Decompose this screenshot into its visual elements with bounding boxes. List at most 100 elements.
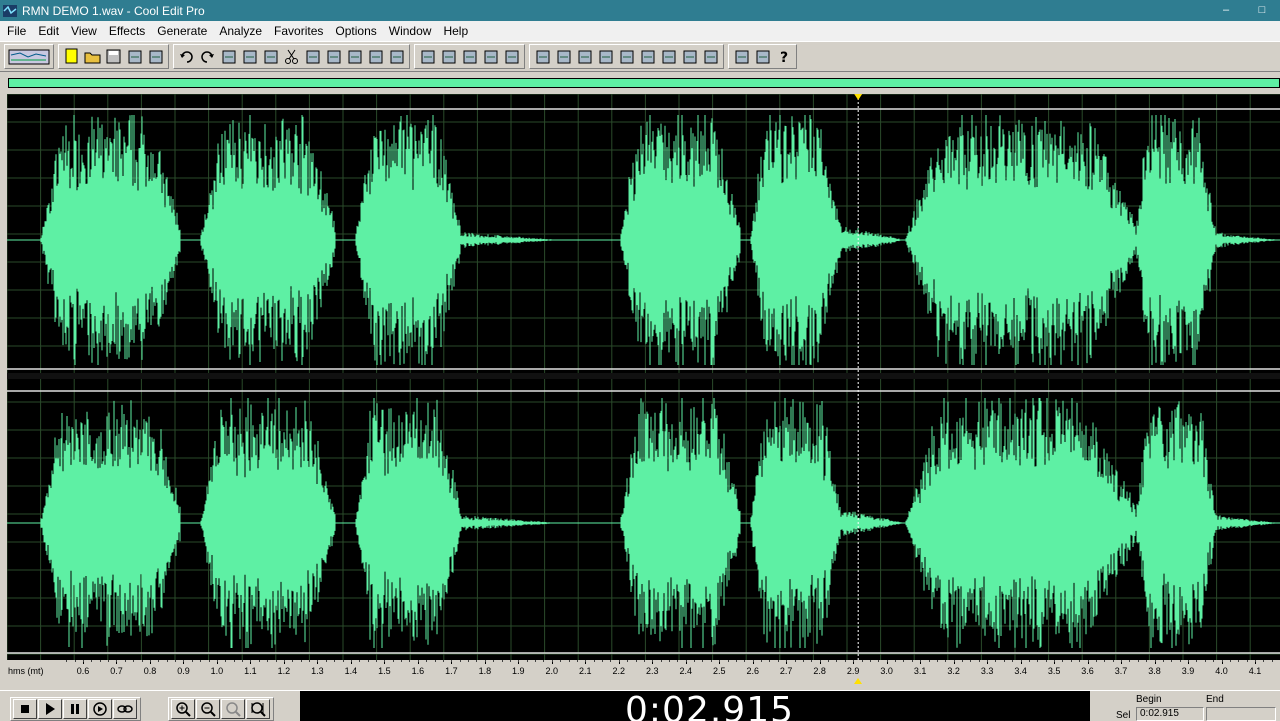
selection-end-field[interactable] <box>1206 707 1276 721</box>
paste-icon[interactable] <box>302 46 323 67</box>
overview-bar[interactable] <box>8 78 1280 88</box>
play-list-icon[interactable] <box>595 46 616 67</box>
paste-to-new-icon[interactable] <box>323 46 344 67</box>
menu-options[interactable]: Options <box>329 24 382 38</box>
mix-paste-icon[interactable] <box>344 46 365 67</box>
copy-icon[interactable] <box>239 46 260 67</box>
envelope-icon[interactable] <box>417 46 438 67</box>
waveform-display[interactable] <box>7 94 1280 660</box>
normalize-icon[interactable] <box>438 46 459 67</box>
ruler-minor-tick <box>551 660 553 662</box>
ruler-minor-tick <box>367 660 369 662</box>
menu-view[interactable]: View <box>65 24 103 38</box>
spectral-view-icon[interactable] <box>553 46 574 67</box>
play-from-cursor-icon[interactable] <box>88 699 112 719</box>
pause-icon[interactable] <box>63 699 87 719</box>
new-file-icon[interactable] <box>61 46 82 67</box>
info-icon[interactable] <box>700 46 721 67</box>
ruler-minor-tick <box>928 660 930 662</box>
time-format-icon[interactable] <box>637 46 658 67</box>
ruler-minor-tick <box>1204 660 1206 662</box>
loop-icon[interactable] <box>113 699 137 719</box>
ruler-minor-tick <box>434 660 436 662</box>
ruler-minor-tick <box>74 660 76 662</box>
analyze-icon[interactable] <box>731 46 752 67</box>
menu-edit[interactable]: Edit <box>32 24 65 38</box>
ruler-minor-tick <box>677 660 679 662</box>
cursor-top-marker[interactable] <box>854 94 863 100</box>
ruler-minor-tick <box>1171 660 1173 662</box>
ruler-tick-label: 3.7 <box>1114 666 1128 676</box>
zoom-in-icon[interactable] <box>171 699 195 719</box>
zoom-out-icon[interactable] <box>196 699 220 719</box>
ruler-minor-tick <box>250 660 252 662</box>
cool-edit-icon[interactable] <box>2 4 18 18</box>
select-all-icon[interactable] <box>386 46 407 67</box>
copy-to-new-icon[interactable] <box>260 46 281 67</box>
ruler-tick-label: 4.1 <box>1248 666 1262 676</box>
menu-window[interactable]: Window <box>383 24 438 38</box>
close-file-icon[interactable] <box>145 46 166 67</box>
ruler-minor-tick <box>576 660 578 662</box>
sel-label: Sel <box>1116 710 1131 721</box>
repeat-icon[interactable] <box>218 46 239 67</box>
toolbar: ? <box>0 41 1280 72</box>
ruler-tick-label: 1.5 <box>378 666 391 676</box>
stop-icon[interactable] <box>13 699 37 719</box>
toolbar-group: ? <box>728 44 797 69</box>
ruler-tick-label: 1.0 <box>210 666 224 676</box>
redo-icon[interactable] <box>197 46 218 67</box>
menu-effects[interactable]: Effects <box>103 24 151 38</box>
open-folder-icon[interactable] <box>82 46 103 67</box>
ruler-minor-tick <box>1079 660 1081 662</box>
ruler-minor-tick <box>761 660 763 662</box>
zoom-full-icon[interactable] <box>221 699 245 719</box>
ruler-minor-tick <box>501 660 503 662</box>
ruler-minor-tick <box>735 660 737 662</box>
ruler-minor-tick <box>911 660 913 662</box>
menu-favorites[interactable]: Favorites <box>268 24 329 38</box>
undo-icon[interactable] <box>176 46 197 67</box>
minimize-icon[interactable]: – <box>1208 0 1244 21</box>
ruler-minor-tick <box>1263 660 1265 662</box>
settings-icon[interactable] <box>616 46 637 67</box>
selection-begin-field[interactable]: 0:02.915 <box>1136 707 1204 721</box>
time-ruler[interactable]: hms (mt) 0.6 0.7 0.8 0.9 1.0 1.1 1.2 1.3 1.4 1.5 1… <box>0 660 1280 690</box>
save-icon[interactable] <box>103 46 124 67</box>
tools-icon[interactable] <box>752 46 773 67</box>
toolbar-group <box>529 44 724 69</box>
grid-icon[interactable] <box>658 46 679 67</box>
cut-icon[interactable] <box>281 46 302 67</box>
cursor-position-marker[interactable] <box>854 678 863 684</box>
selection-panel: Begin End Sel 0:02.915 <box>1098 691 1280 721</box>
ruler-tick-label: 2.3 <box>645 666 659 676</box>
zoom-selection-icon[interactable] <box>246 699 270 719</box>
ruler-minor-tick <box>1221 660 1223 662</box>
ruler-tick-label: 3.0 <box>880 666 893 676</box>
save-as-icon[interactable] <box>124 46 145 67</box>
meter-icon[interactable] <box>679 46 700 67</box>
ruler-minor-tick <box>568 660 570 662</box>
ruler-minor-tick <box>426 660 428 662</box>
multitrack-toggle-icon[interactable] <box>7 46 51 67</box>
menu-analyze[interactable]: Analyze <box>213 24 268 38</box>
fft-icon[interactable] <box>501 46 522 67</box>
maximize-icon[interactable]: □ <box>1244 0 1280 21</box>
waveform-view-icon[interactable] <box>532 46 553 67</box>
ruler-minor-tick <box>1070 660 1072 662</box>
ruler-tick-label: 3.6 <box>1081 666 1094 676</box>
menu-generate[interactable]: Generate <box>151 24 213 38</box>
play-icon[interactable] <box>38 699 62 719</box>
trim-icon[interactable] <box>365 46 386 67</box>
ruler-tick-label: 3.4 <box>1014 666 1027 676</box>
ruler-minor-tick <box>1037 660 1039 662</box>
ruler-minor-tick <box>1179 660 1181 662</box>
menu-help[interactable]: Help <box>437 24 474 38</box>
help-icon[interactable]: ? <box>773 46 794 67</box>
ruler-minor-tick <box>1255 660 1256 662</box>
graph-icon[interactable] <box>459 46 480 67</box>
ruler-minor-tick <box>1054 660 1056 662</box>
menu-file[interactable]: File <box>0 24 32 38</box>
cue-list-icon[interactable] <box>574 46 595 67</box>
spectral-icon[interactable] <box>480 46 501 67</box>
